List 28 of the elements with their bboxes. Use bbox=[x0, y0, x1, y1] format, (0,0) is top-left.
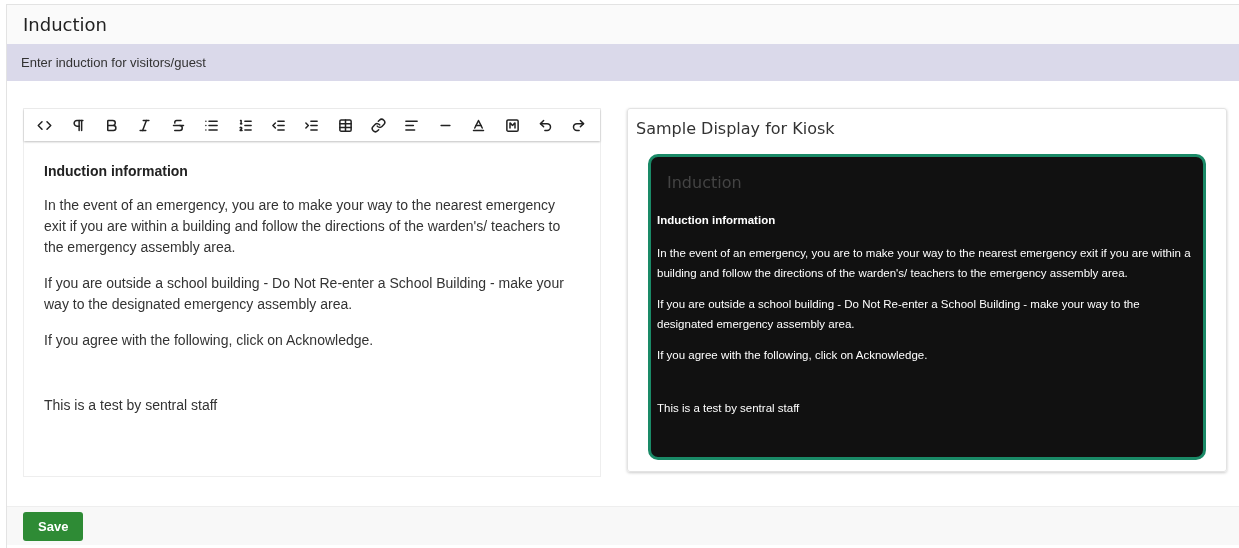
content-paragraph: In the event of an emergency, you are to make your way to the nearest emergency exit if you are within a building and follow the directions of the warden's/ teachers to the emergency assembly area. bbox=[657, 245, 1192, 281]
content-heading: Induction information bbox=[44, 162, 189, 181]
text-editor[interactable] bbox=[23, 108, 601, 477]
redo-icon[interactable] bbox=[571, 117, 587, 133]
content-paragraph: In the event of an emergency, you are to make your way to the nearest emergency exit if you are within a building and follow the directions of the warden's/ teachers to the emergency assembly area. bbox=[44, 196, 562, 257]
strikethrough-icon[interactable] bbox=[170, 117, 186, 133]
content-paragraph: This is a test by sentral staff bbox=[657, 401, 801, 416]
text-color-icon[interactable] bbox=[471, 117, 487, 133]
content-paragraph: If you agree with the following, click on Acknowledge. bbox=[44, 331, 375, 350]
content-paragraph: This is a test by sentral staff bbox=[44, 396, 219, 415]
content-paragraph: If you are outside a school building - Do Not Re-enter a School Building - make your way to the designated emergency assembly area. bbox=[44, 274, 565, 314]
bullet-list-icon[interactable] bbox=[204, 117, 220, 133]
indent-icon[interactable] bbox=[304, 117, 320, 133]
content-paragraph: If you agree with the following, click on Acknowledge. bbox=[657, 347, 929, 363]
undo-icon[interactable] bbox=[538, 117, 554, 133]
numbered-list-icon[interactable] bbox=[237, 117, 253, 133]
table-icon[interactable] bbox=[337, 117, 353, 133]
instruction-banner: Enter induction for visitors/guest bbox=[7, 44, 1239, 81]
italic-icon[interactable] bbox=[137, 117, 153, 133]
pilcrow-icon[interactable] bbox=[70, 117, 86, 133]
page-title: Induction bbox=[23, 14, 107, 35]
link-icon[interactable] bbox=[371, 117, 387, 133]
save-button[interactable]: Save bbox=[23, 511, 84, 541]
content-heading: Induction information bbox=[657, 213, 777, 228]
outdent-icon[interactable] bbox=[270, 117, 286, 133]
align-left-icon[interactable] bbox=[404, 117, 420, 133]
content-paragraph: If you are outside a school building - Do Not Re-enter a School Building - make your way to the designated emergency assembly area. bbox=[657, 296, 1141, 332]
card-title: Sample Display for Kiosk bbox=[636, 119, 836, 138]
